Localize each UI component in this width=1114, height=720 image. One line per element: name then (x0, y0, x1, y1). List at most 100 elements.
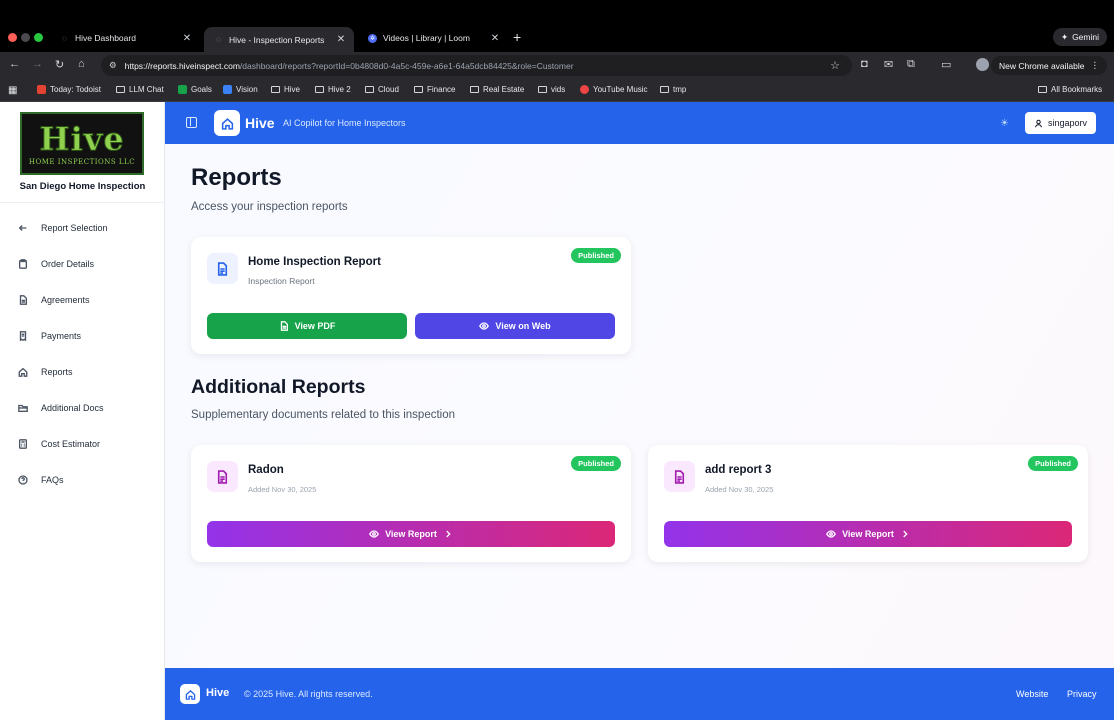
footer-link-privacy[interactable]: Privacy (1067, 689, 1097, 699)
browser-tab-strip: ◌ Hive Dashboard ✕ ◌ Hive - Inspection R… (0, 0, 1114, 52)
bookmarks-bar: ▦ Today: Todoist LLM Chat Goals Vision H… (0, 79, 1114, 102)
bookmark-label: vids (551, 85, 566, 94)
window-close-button[interactable] (8, 33, 17, 42)
sidebar-item-agreements[interactable]: Agreements (18, 292, 90, 308)
home-icon[interactable]: ⌂ (78, 58, 85, 70)
chrome-update-button[interactable]: New Chrome available ⋮ (990, 56, 1107, 75)
close-tab-icon[interactable]: ✕ (334, 34, 348, 45)
todoist-icon (37, 85, 46, 94)
view-report-button[interactable]: View Report (664, 521, 1072, 547)
browser-toolbar: ← → ↻ ⌂ ⚙ https://reports.hiveinspect.co… (0, 52, 1114, 79)
page-subtitle: Access your inspection reports (191, 201, 348, 213)
site-settings-icon[interactable]: ⚙ (109, 60, 117, 71)
sidebar-item-reports[interactable]: Reports (18, 364, 73, 380)
bookmark-vision[interactable]: Vision (223, 85, 258, 94)
file-text-icon (19, 295, 27, 305)
brand-name[interactable]: Hive (245, 115, 275, 131)
user-menu-button[interactable]: singaporv (1025, 112, 1097, 134)
sparkle-icon: ✦ (1060, 31, 1069, 42)
forward-arrow-icon[interactable]: → (32, 58, 43, 70)
eye-icon (369, 530, 379, 538)
window-minimize-button[interactable] (21, 33, 30, 42)
report-title: Home Inspection Report (248, 256, 381, 268)
profile-avatar[interactable] (976, 58, 989, 71)
view-report-button[interactable]: View Report (207, 521, 615, 547)
url-path: /dashboard/reports?reportId=0b4808d0-4a5… (239, 60, 574, 71)
bookmark-goals[interactable]: Goals (178, 85, 212, 94)
bookmark-label: Real Estate (483, 85, 525, 94)
logo-word: Hive (39, 119, 125, 158)
browser-tab-inspection-reports[interactable]: ◌ Hive - Inspection Reports ✕ (204, 27, 354, 52)
window-zoom-button[interactable] (34, 33, 43, 42)
bookmark-llm-chat[interactable]: LLM Chat (116, 85, 164, 94)
home-icon (18, 367, 28, 377)
bookmark-label: Finance (427, 85, 456, 94)
bookmark-cloud[interactable]: Cloud (365, 85, 399, 94)
mail-extension-icon[interactable]: ✉ (884, 58, 893, 71)
sidebar-item-label: Payments (41, 331, 82, 341)
bookmark-youtube-music[interactable]: YouTube Music (580, 85, 648, 94)
brand-logo[interactable] (214, 110, 240, 136)
camera-extension-icon[interactable]: ◘ (861, 58, 868, 70)
sidebar-item-label: Additional Docs (41, 403, 104, 413)
bookmark-todoist[interactable]: Today: Todoist (37, 85, 101, 94)
tab-title: Videos | Library | Loom (383, 33, 470, 43)
bookmark-hive-2[interactable]: Hive 2 (315, 85, 351, 94)
sidebar-item-cost-estimator[interactable]: Cost Estimator (18, 436, 100, 452)
status-badge: Published (1028, 456, 1078, 471)
view-pdf-label: View PDF (294, 321, 336, 331)
sidebar-item-order-details[interactable]: Order Details (18, 256, 94, 272)
bookmark-vids[interactable]: vids (538, 85, 565, 94)
reload-icon[interactable]: ↻ (55, 58, 64, 71)
close-tab-icon[interactable]: ✕ (488, 33, 502, 44)
toggle-sidebar-icon[interactable] (186, 117, 197, 128)
new-tab-icon[interactable]: + (513, 29, 521, 45)
all-bookmarks[interactable]: All Bookmarks (1038, 85, 1102, 94)
browser-tab-loom[interactable]: ✲ Videos | Library | Loom ✕ (358, 27, 508, 49)
extensions-puzzle-icon[interactable]: ⧉ (907, 58, 915, 71)
folder-icon (1038, 86, 1047, 93)
side-panel-icon[interactable]: ▭ (941, 58, 951, 71)
view-report-label: View Report (385, 529, 437, 539)
address-bar[interactable]: ⚙ https://reports.hiveinspect.com/dashbo… (101, 55, 852, 76)
view-report-label: View Report (842, 529, 894, 539)
tab-favicon-icon: ◌ (62, 33, 67, 43)
bookmark-hive[interactable]: Hive (271, 85, 300, 94)
gemini-button[interactable]: ✦ Gemini (1052, 28, 1107, 46)
view-pdf-button[interactable]: View PDF (207, 313, 407, 339)
additional-reports-heading: Additional Reports (191, 376, 366, 398)
bookmark-label: tmp (673, 85, 687, 94)
theme-toggle-icon[interactable]: ☀ (1000, 118, 1009, 129)
folder-icon (538, 86, 547, 93)
sidebar-item-report-selection[interactable]: Report Selection (18, 220, 108, 236)
close-tab-icon[interactable]: ✕ (180, 33, 194, 44)
bookmark-real-estate[interactable]: Real Estate (470, 85, 524, 94)
sidebar: Hive HOME INSPECTIONS LLC San Diego Home… (0, 102, 165, 720)
sidebar-item-label: Order Details (41, 259, 95, 269)
view-on-web-button[interactable]: View on Web (415, 313, 615, 339)
arrow-left-icon (18, 225, 27, 231)
footer-logo[interactable] (180, 684, 200, 704)
bookmark-finance[interactable]: Finance (414, 85, 455, 94)
sidebar-item-faqs[interactable]: FAQs (18, 472, 64, 488)
status-badge: Published (571, 456, 621, 471)
apps-grid-icon[interactable]: ▦ (8, 85, 17, 96)
sidebar-divider (0, 202, 165, 203)
tab-title: Hive - Inspection Reports (229, 34, 325, 45)
chevron-right-icon (903, 530, 908, 538)
browser-tab-hive-dashboard[interactable]: ◌ Hive Dashboard ✕ (50, 27, 200, 49)
bookmark-label: Goals (191, 85, 212, 94)
back-arrow-icon[interactable]: ← (9, 58, 20, 70)
footer-link-website[interactable]: Website (1016, 689, 1048, 699)
all-bookmarks-label: All Bookmarks (1051, 85, 1103, 94)
bookmark-star-icon[interactable]: ☆ (830, 59, 840, 72)
folder-icon (315, 86, 324, 93)
sidebar-item-additional-docs[interactable]: Additional Docs (18, 400, 104, 416)
kebab-menu-icon[interactable]: ⋮ (1091, 60, 1100, 71)
sidebar-item-payments[interactable]: Payments (18, 328, 81, 344)
report-title: Radon (248, 464, 284, 476)
bookmark-tmp[interactable]: tmp (660, 85, 686, 94)
copyright-text: © 2025 Hive. All rights reserved. (244, 689, 373, 699)
report-date: Added Nov 30, 2025 (705, 485, 774, 494)
radon-report-card: Radon Added Nov 30, 2025 Published View … (191, 445, 631, 562)
